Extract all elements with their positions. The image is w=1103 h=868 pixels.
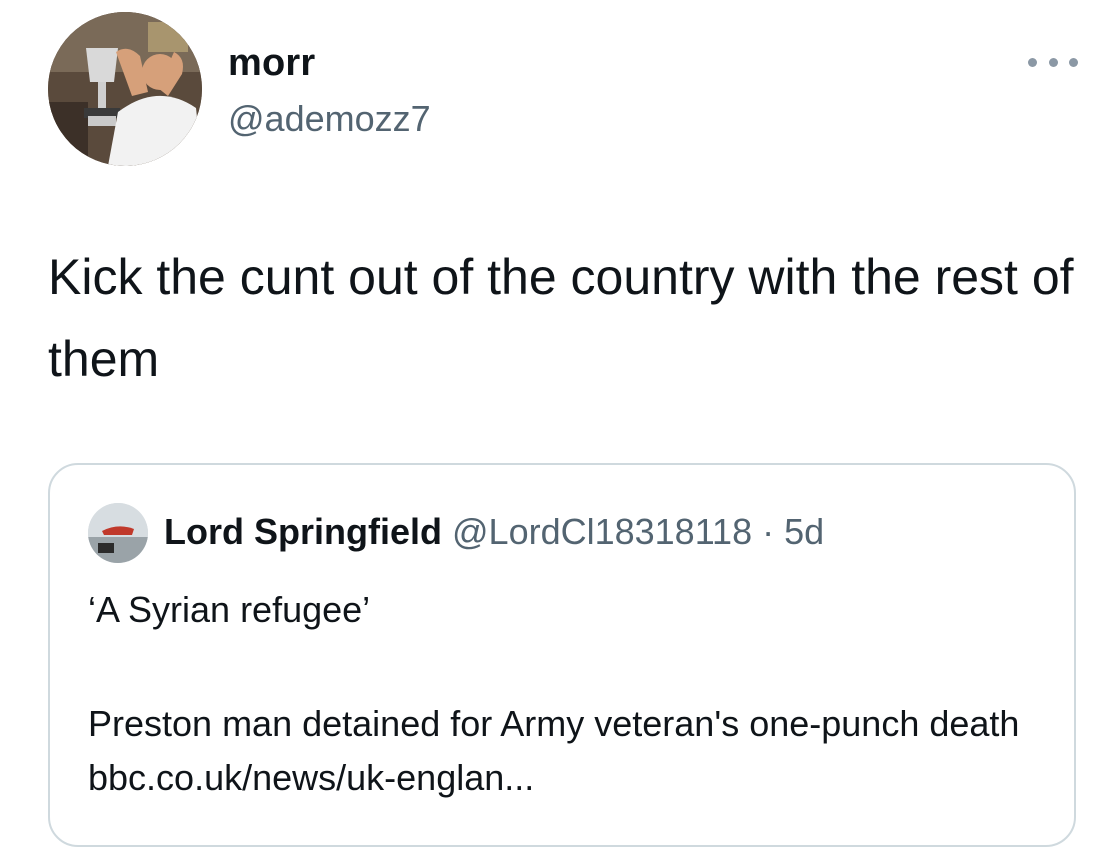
more-dot	[1048, 57, 1058, 67]
author-display-name[interactable]: morr	[228, 42, 315, 85]
author-avatar[interactable]	[48, 12, 202, 166]
quoted-text-body: Preston man detained for Army veteran's …	[88, 703, 1020, 798]
more-dot	[1028, 57, 1037, 67]
quoted-author-avatar[interactable]	[88, 503, 148, 563]
quoted-text-line: ‘A Syrian refugee’	[88, 589, 371, 630]
tweet-card: morr @ademozz7 Kick the cunt out of the …	[0, 0, 1103, 868]
quoted-timestamp[interactable]: 5d	[784, 511, 824, 552]
author-avatar-image	[48, 12, 202, 166]
quoted-handle[interactable]: @LordCl18318118	[452, 511, 752, 552]
tweet-text: Kick the cunt out of the country with th…	[48, 249, 1074, 387]
quoted-header: Lord Springfield @LordCl18318118 · 5d	[164, 511, 824, 553]
quoted-separator: ·	[762, 511, 775, 552]
more-dot	[1069, 57, 1078, 67]
more-horizontal-icon[interactable]	[1028, 52, 1078, 72]
quoted-author-avatar-image	[88, 503, 148, 563]
quoted-display-name[interactable]: Lord Springfield	[164, 511, 442, 552]
quoted-tweet[interactable]: Lord Springfield @LordCl18318118 · 5d ‘A…	[48, 463, 1076, 847]
author-handle[interactable]: @ademozz7	[228, 98, 431, 140]
